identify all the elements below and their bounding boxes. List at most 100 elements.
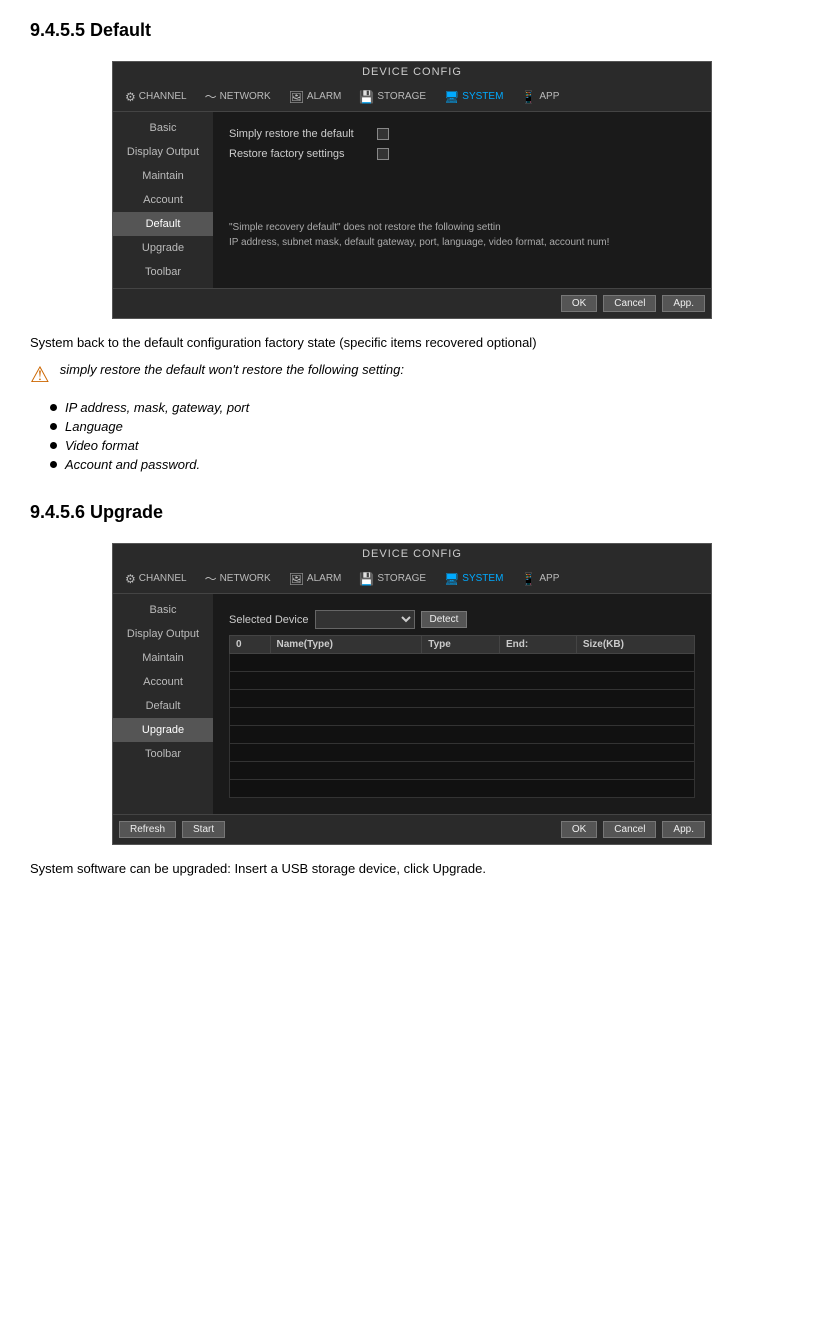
col-type: Type [422,636,500,654]
table-row-empty-5 [230,726,695,744]
sidebar-account-2[interactable]: Account [113,670,213,694]
start-button[interactable]: Start [182,821,225,838]
table-row-empty-4 [230,708,695,726]
restore-factory-checkbox[interactable] [377,148,389,160]
form-row-restore-default: Simply restore the default [229,128,695,140]
warning-icon: ⚠ [30,362,50,388]
app-button-1[interactable]: App. [662,295,705,312]
ok-button-2[interactable]: OK [561,821,597,838]
app-icon-1: 📱 [521,90,536,104]
tab-app-label-1: APP [539,91,559,102]
section1-heading: 9.4.5.5 Default [30,20,794,41]
cancel-button-2[interactable]: Cancel [603,821,656,838]
ok-button-1[interactable]: OK [561,295,597,312]
alarm-icon-2: 🖼 [289,572,304,586]
section2-heading: 9.4.5.6 Upgrade [30,502,794,523]
network-icon-2: 〜 [205,570,217,587]
content-area-2: Basic Display Output Maintain Account De… [113,594,711,814]
upgrade-bottom-right-btns: OK Cancel App. [561,821,705,838]
sidebar-maintain-2[interactable]: Maintain [113,646,213,670]
channel-icon-1: ⚙ [125,90,136,104]
app-button-2[interactable]: App. [662,821,705,838]
tab-storage-label-1: STORAGE [377,91,426,102]
tab-alarm-1[interactable]: 🖼 ALARM [283,88,348,106]
bullet-item-3: Video format [50,438,794,453]
col-size: Size(KB) [576,636,694,654]
selected-device-select[interactable] [315,610,415,629]
cancel-button-1[interactable]: Cancel [603,295,656,312]
sidebar-account-1[interactable]: Account [113,188,213,212]
content-area-1: Basic Display Output Maintain Account De… [113,112,711,288]
tab-channel-1[interactable]: ⚙ CHANNEL [119,88,193,106]
note-line2: IP address, subnet mask, default gateway… [229,235,695,250]
sidebar-upgrade-1[interactable]: Upgrade [113,236,213,260]
tab-system-label-2: SYSTEM [462,573,503,584]
section-upgrade: 9.4.5.6 Upgrade DEVICE CONFIG ⚙ CHANNEL … [30,502,794,876]
tab-system-2[interactable]: 🖥 SYSTEM [438,570,509,588]
device-config-window-2: DEVICE CONFIG ⚙ CHANNEL 〜 NETWORK 🖼 ALAR… [112,543,712,845]
device-config-window-1: DEVICE CONFIG ⚙ CHANNEL 〜 NETWORK 🖼 ALAR… [112,61,712,319]
detect-button[interactable]: Detect [421,611,468,628]
tab-storage-label-2: STORAGE [377,573,426,584]
sidebar-display-2[interactable]: Display Output [113,622,213,646]
col-num: 0 [230,636,271,654]
main-content-2: Selected Device Detect 0 Name(Type) Type [213,594,711,814]
table-header-row: 0 Name(Type) Type End: Size(KB) [230,636,695,654]
tab-storage-1[interactable]: 💾 STORAGE [353,88,432,106]
tab-network-2[interactable]: 〜 NETWORK [199,568,277,589]
tab-channel-label-1: CHANNEL [139,91,187,102]
bottom-bar-1: OK Cancel App. [113,288,711,318]
bullet-dot-2 [50,423,57,430]
sidebar-toolbar-2[interactable]: Toolbar [113,742,213,766]
upgrade-bottom-left-btns: Refresh Start [119,821,225,838]
tab-network-1[interactable]: 〜 NETWORK [199,86,277,107]
bullet-text-1: IP address, mask, gateway, port [65,400,249,415]
refresh-button[interactable]: Refresh [119,821,176,838]
sidebar-1: Basic Display Output Maintain Account De… [113,112,213,288]
network-icon-1: 〜 [205,88,217,105]
note-line1: "Simple recovery default" does not resto… [229,220,695,235]
sidebar-display-1[interactable]: Display Output [113,140,213,164]
app-icon-2: 📱 [521,572,536,586]
tab-channel-2[interactable]: ⚙ CHANNEL [119,570,193,588]
bullet-item-4: Account and password. [50,457,794,472]
section-default: 9.4.5.5 Default DEVICE CONFIG ⚙ CHANNEL … [30,20,794,472]
table-row-empty-7 [230,762,695,780]
warning-section: ⚠ simply restore the default won't resto… [30,362,794,388]
sidebar-maintain-1[interactable]: Maintain [113,164,213,188]
tab-app-1[interactable]: 📱 APP [515,88,565,106]
channel-icon-2: ⚙ [125,572,136,586]
system-icon-2: 🖥 [444,572,459,586]
system-text: System software can be upgraded: Insert … [30,861,794,876]
sidebar-basic-1[interactable]: Basic [113,116,213,140]
tab-network-label-2: NETWORK [220,573,271,584]
tab-app-label-2: APP [539,573,559,584]
bullet-item-2: Language [50,419,794,434]
table-row-empty-2 [230,672,695,690]
tab-storage-2[interactable]: 💾 STORAGE [353,570,432,588]
tab-bar-1[interactable]: ⚙ CHANNEL 〜 NETWORK 🖼 ALARM 💾 STORAGE 🖥 [113,82,711,112]
tab-network-label-1: NETWORK [220,91,271,102]
restore-default-checkbox[interactable] [377,128,389,140]
tab-alarm-label-2: ALARM [307,573,341,584]
tab-alarm-2[interactable]: 🖼 ALARM [283,570,348,588]
sidebar-basic-2[interactable]: Basic [113,598,213,622]
restore-factory-label: Restore factory settings [229,148,369,160]
table-row-empty-1 [230,654,695,672]
tab-system-1[interactable]: 🖥 SYSTEM [438,88,509,106]
sidebar-default-2[interactable]: Default [113,694,213,718]
tab-app-2[interactable]: 📱 APP [515,570,565,588]
screenshot2-container: DEVICE CONFIG ⚙ CHANNEL 〜 NETWORK 🖼 ALAR… [30,543,794,845]
tab-bar-2[interactable]: ⚙ CHANNEL 〜 NETWORK 🖼 ALARM 💾 STORAGE 🖥 [113,564,711,594]
bullet-dot-3 [50,442,57,449]
bullet-list: IP address, mask, gateway, port Language… [50,400,794,472]
sidebar-default-1[interactable]: Default [113,212,213,236]
sidebar-toolbar-1[interactable]: Toolbar [113,260,213,284]
title-bar-1: DEVICE CONFIG [113,62,711,82]
tab-system-label-1: SYSTEM [462,91,503,102]
bullet-dot-4 [50,461,57,468]
bullet-item-1: IP address, mask, gateway, port [50,400,794,415]
table-row-empty-6 [230,744,695,762]
table-row-empty-8 [230,780,695,798]
sidebar-upgrade-2[interactable]: Upgrade [113,718,213,742]
